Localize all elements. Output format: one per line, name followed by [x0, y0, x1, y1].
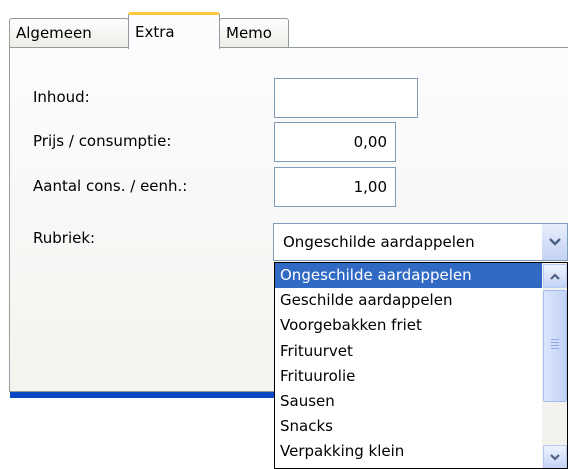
rubriek-dropdown-list[interactable]: Ongeschilde aardappelen Geschilde aardap…: [274, 262, 568, 469]
list-item[interactable]: Sausen: [275, 389, 542, 414]
list-item[interactable]: Ongeschilde aardappelen: [275, 263, 542, 289]
aantal-label: Aantal cons. / eenh.:: [33, 177, 188, 195]
inhoud-field[interactable]: [274, 78, 418, 118]
rubriek-combobox-value: Ongeschilde aardappelen: [283, 233, 475, 251]
rubriek-options: Ongeschilde aardappelen Geschilde aardap…: [275, 263, 542, 465]
tab-memo[interactable]: Memo: [219, 18, 289, 48]
scrollbar-thumb[interactable]: [543, 290, 567, 402]
list-item[interactable]: Voorgebakken friet: [275, 313, 542, 338]
tab-extra-label: Extra: [135, 23, 175, 41]
dropdown-scrollbar[interactable]: [542, 263, 567, 468]
chevron-down-icon[interactable]: [543, 445, 567, 468]
list-item[interactable]: Snacks: [275, 414, 542, 439]
list-item[interactable]: Verpakking klein: [275, 439, 542, 464]
prijs-label: Prijs / consumptie:: [33, 132, 172, 150]
list-item[interactable]: Frituurvet: [275, 339, 542, 364]
list-item[interactable]: Frituurolie: [275, 364, 542, 389]
prijs-field[interactable]: 0,00: [274, 122, 396, 162]
aantal-field[interactable]: 1,00: [274, 167, 396, 207]
tab-memo-label: Memo: [226, 24, 272, 42]
rubriek-label: Rubriek:: [33, 229, 96, 247]
chevron-up-icon[interactable]: [543, 264, 567, 288]
tab-algemeen-label: Algemeen: [16, 24, 92, 42]
tab-extra[interactable]: Extra: [128, 12, 220, 49]
tab-algemeen[interactable]: Algemeen: [9, 18, 129, 48]
rubriek-combobox[interactable]: Ongeschilde aardappelen: [273, 223, 568, 261]
chevron-down-icon[interactable]: [542, 224, 567, 260]
list-item[interactable]: Geschilde aardappelen: [275, 288, 542, 313]
inhoud-label: Inhoud:: [33, 88, 90, 106]
